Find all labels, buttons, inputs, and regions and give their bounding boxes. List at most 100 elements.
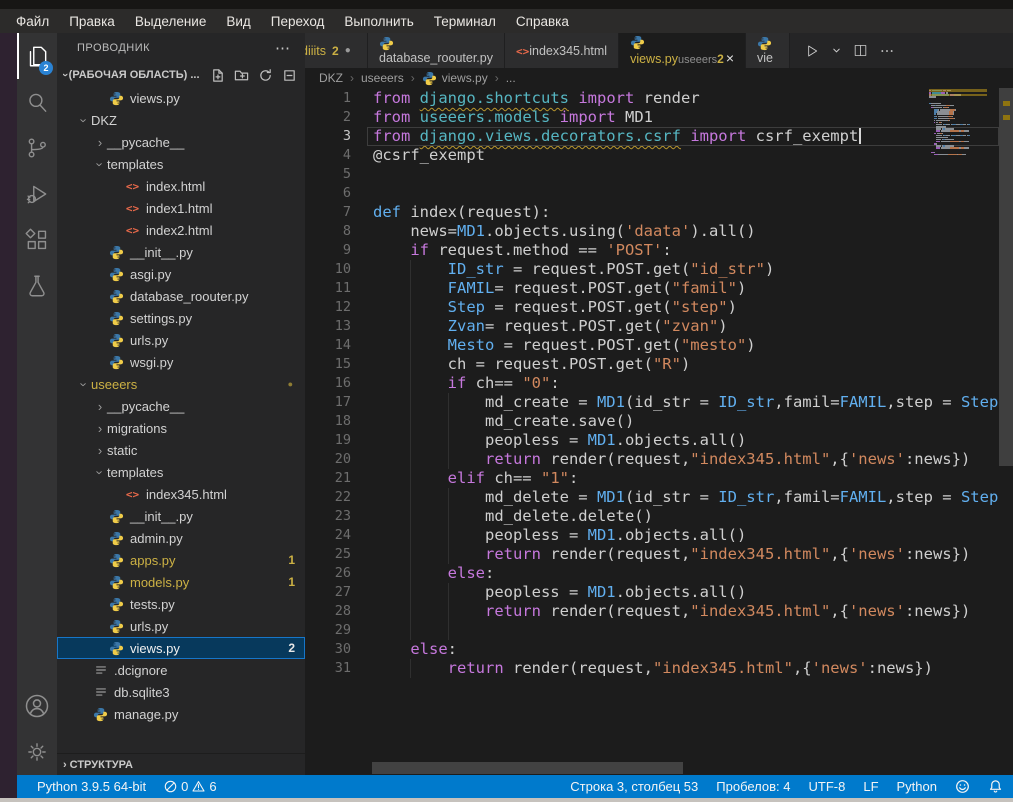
views-actions-icon[interactable]: ⋯ bbox=[275, 39, 291, 57]
tree-item-index345.html[interactable]: <>index345.html bbox=[57, 483, 305, 505]
code-line[interactable]: 5 bbox=[305, 165, 999, 184]
status-feedback[interactable] bbox=[955, 779, 970, 794]
code-line[interactable]: 9 if request.method == 'POST': bbox=[305, 241, 999, 260]
tab-diiits[interactable]: diiits2● bbox=[305, 33, 368, 68]
code-line[interactable]: 14 Mesto = request.POST.get("mesto") bbox=[305, 336, 999, 355]
code-line[interactable]: 16 if ch== "0": bbox=[305, 374, 999, 393]
tree-item-__init__.py[interactable]: __init__.py bbox=[57, 505, 305, 527]
code-line[interactable]: 27 peopless = MD1.objects.all() bbox=[305, 583, 999, 602]
code-line[interactable]: 4@csrf_exempt bbox=[305, 146, 999, 165]
code-line[interactable]: 13 Zvan= request.POST.get("zvan") bbox=[305, 317, 999, 336]
code-line[interactable]: 19 peopless = MD1.objects.all() bbox=[305, 431, 999, 450]
activity-run-debug[interactable] bbox=[17, 171, 57, 217]
menu-item-8[interactable]: Справка bbox=[506, 14, 579, 29]
tree-item-.dcignore[interactable]: .dcignore bbox=[57, 659, 305, 681]
code-line[interactable]: 23 md_delete.delete() bbox=[305, 507, 999, 526]
code-line[interactable]: 1from django.shortcuts import render bbox=[305, 89, 999, 108]
activity-accounts[interactable] bbox=[17, 683, 57, 729]
status-eol[interactable]: LF bbox=[863, 779, 878, 794]
activity-settings[interactable] bbox=[17, 729, 57, 775]
menu-item-6[interactable]: Выполнить bbox=[334, 14, 423, 29]
menu-item-7[interactable]: Терминал bbox=[424, 14, 506, 29]
minimap[interactable] bbox=[929, 90, 999, 160]
code-line[interactable]: 26 else: bbox=[305, 564, 999, 583]
split-editor-button[interactable] bbox=[853, 43, 868, 58]
tree-item-migrations[interactable]: ›migrations bbox=[57, 417, 305, 439]
problems-indicator[interactable]: 0 6 bbox=[164, 779, 216, 794]
code-line[interactable]: 7def index(request): bbox=[305, 203, 999, 222]
status-language-mode[interactable]: Python bbox=[897, 779, 937, 794]
tree-item-apps.py[interactable]: apps.py1 bbox=[57, 549, 305, 571]
horizontal-scrollbar[interactable] bbox=[372, 762, 683, 774]
close-icon[interactable]: × bbox=[726, 50, 734, 66]
tab-views.py[interactable]: views.pyuseeers2× bbox=[619, 33, 746, 68]
tree-item-index1.html[interactable]: <>index1.html bbox=[57, 197, 305, 219]
status-cursor-position[interactable]: Строка 3, столбец 53 bbox=[570, 779, 698, 794]
status-notifications[interactable] bbox=[988, 779, 1003, 794]
run-dropdown[interactable] bbox=[831, 45, 842, 56]
breadcrumb-item-DKZ[interactable]: DKZ bbox=[319, 71, 343, 85]
workspace-section-header[interactable]: › (РАБОЧАЯ ОБЛАСТЬ) ... bbox=[57, 63, 305, 87]
more-actions-button[interactable] bbox=[879, 43, 895, 59]
interpreter-indicator[interactable]: Python 3.9.5 64-bit bbox=[37, 779, 146, 794]
breadcrumb-item-useeers[interactable]: useeers bbox=[361, 71, 404, 85]
tab-database_roouter.py[interactable]: database_roouter.py bbox=[368, 33, 505, 68]
new-folder-icon[interactable] bbox=[234, 68, 249, 83]
outline-section-header[interactable]: › СТРУКТУРА bbox=[57, 753, 305, 775]
menu-item-3[interactable]: Выделение bbox=[125, 14, 217, 29]
tab-vie[interactable]: vie bbox=[746, 33, 790, 68]
activity-testing[interactable] bbox=[17, 263, 57, 309]
status-encoding[interactable]: UTF-8 bbox=[809, 779, 846, 794]
tree-item-db.sqlite3[interactable]: db.sqlite3 bbox=[57, 681, 305, 703]
activity-search[interactable] bbox=[17, 79, 57, 125]
code-line[interactable]: 21 elif ch== "1": bbox=[305, 469, 999, 488]
vertical-scrollbar[interactable] bbox=[999, 88, 1013, 466]
code-line[interactable]: 29 bbox=[305, 621, 999, 640]
tree-item-tests.py[interactable]: tests.py bbox=[57, 593, 305, 615]
tree-item-useeers[interactable]: ›useeers● bbox=[57, 373, 305, 395]
code-line[interactable]: 10 ID_str = request.POST.get("id_str") bbox=[305, 260, 999, 279]
tree-item-database_roouter.py[interactable]: database_roouter.py bbox=[57, 285, 305, 307]
code-line[interactable]: 17 md_create = MD1(id_str = ID_str,famil… bbox=[305, 393, 999, 412]
tree-item-wsgi.py[interactable]: wsgi.py bbox=[57, 351, 305, 373]
tree-item-index.html[interactable]: <>index.html bbox=[57, 175, 305, 197]
tree-item-__pycache__[interactable]: ›__pycache__ bbox=[57, 131, 305, 153]
tree-item-views.py[interactable]: views.py2 bbox=[57, 637, 305, 659]
tree-item-manage.py[interactable]: manage.py bbox=[57, 703, 305, 725]
code-line[interactable]: 2from useeers.models import MD1 bbox=[305, 108, 999, 127]
menu-item-1[interactable]: Файл bbox=[6, 14, 59, 29]
code-line[interactable]: 31 return render(request,"index345.html"… bbox=[305, 659, 999, 678]
tree-item-urls.py[interactable]: urls.py bbox=[57, 615, 305, 637]
code-line[interactable]: 30 else: bbox=[305, 640, 999, 659]
run-button[interactable] bbox=[804, 43, 820, 59]
tree-item-models.py[interactable]: models.py1 bbox=[57, 571, 305, 593]
breadcrumb-item-...[interactable]: ... bbox=[506, 71, 516, 85]
tree-item-index2.html[interactable]: <>index2.html bbox=[57, 219, 305, 241]
code-line[interactable]: 25 return render(request,"index345.html"… bbox=[305, 545, 999, 564]
new-file-icon[interactable] bbox=[210, 68, 225, 83]
tree-item-admin.py[interactable]: admin.py bbox=[57, 527, 305, 549]
status-indentation[interactable]: Пробелов: 4 bbox=[716, 779, 790, 794]
menu-item-5[interactable]: Переход bbox=[261, 14, 335, 29]
code-line[interactable]: 28 return render(request,"index345.html"… bbox=[305, 602, 999, 621]
activity-extensions[interactable] bbox=[17, 217, 57, 263]
tab-index345.html[interactable]: <>index345.html bbox=[505, 33, 619, 68]
menu-item-4[interactable]: Вид bbox=[216, 14, 260, 29]
code-line[interactable]: 20 return render(request,"index345.html"… bbox=[305, 450, 999, 469]
collapse-all-icon[interactable] bbox=[282, 68, 297, 83]
code-line[interactable]: 6 bbox=[305, 184, 999, 203]
tree-item-__pycache__[interactable]: ›__pycache__ bbox=[57, 395, 305, 417]
code-line[interactable]: 15 ch = request.POST.get("R") bbox=[305, 355, 999, 374]
code-line[interactable]: 22 md_delete = MD1(id_str = ID_str,famil… bbox=[305, 488, 999, 507]
code-line[interactable]: 8 news=MD1.objects.using('daata').all() bbox=[305, 222, 999, 241]
code-line[interactable]: 12 Step = request.POST.get("step") bbox=[305, 298, 999, 317]
code-line[interactable]: 11 FAMIL= request.POST.get("famil") bbox=[305, 279, 999, 298]
activity-explorer[interactable]: 2 bbox=[17, 33, 57, 79]
tree-item-views.py[interactable]: views.py bbox=[57, 87, 305, 109]
tree-item-asgi.py[interactable]: asgi.py bbox=[57, 263, 305, 285]
tree-item-templates[interactable]: ›templates bbox=[57, 153, 305, 175]
code-line[interactable]: 24 peopless = MD1.objects.all() bbox=[305, 526, 999, 545]
breadcrumb-item-views.py[interactable]: views.py bbox=[422, 71, 488, 86]
tree-item-__init__.py[interactable]: __init__.py bbox=[57, 241, 305, 263]
menu-item-2[interactable]: Правка bbox=[59, 14, 125, 29]
